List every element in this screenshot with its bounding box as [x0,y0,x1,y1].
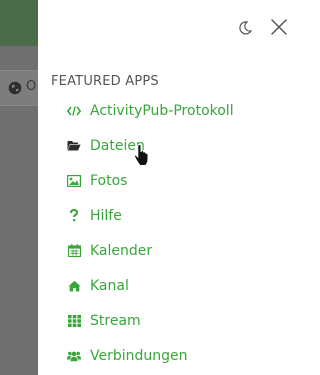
app-item-hilfe[interactable]: Hilfe [38,198,302,233]
app-label: Kalender [90,242,153,259]
grid-icon [67,314,81,328]
hand-cursor-icon [133,143,149,166]
home-icon [67,279,81,293]
users-icon [67,349,81,363]
app-label: Kanal [90,277,129,294]
app-label: Verbindungen [90,347,188,364]
app-item-verbindungen[interactable]: Verbindungen [38,338,302,373]
app-item-dateien[interactable]: Dateien [38,128,302,163]
app-label: Hilfe [90,207,122,224]
app-item-activitypub[interactable]: ActivityPub-Protokoll [38,93,302,128]
image-icon [67,174,81,188]
close-icon[interactable] [270,18,288,36]
app-label: Fotos [90,172,128,189]
featured-apps-panel: FEATURED APPS ActivityPub-Protokoll Date… [38,0,302,375]
section-title: FEATURED APPS [51,74,159,89]
app-item-kanal[interactable]: Kanal [38,268,302,303]
backdrop-bar: Ö [0,70,38,106]
app-label: Stream [90,312,141,329]
globe-icon [8,81,22,95]
folder-open-icon [67,139,81,153]
page-backdrop: Ö [0,0,38,375]
calendar-icon [67,244,81,258]
app-label: ActivityPub-Protokoll [90,102,234,119]
app-item-kalender[interactable]: Kalender [38,233,302,268]
app-item-fotos[interactable]: Fotos [38,163,302,198]
backdrop-header [0,0,38,46]
question-icon [67,209,81,223]
featured-apps-list: ActivityPub-Protokoll Dateien Fotos Hilf… [38,93,302,373]
app-item-stream[interactable]: Stream [38,303,302,338]
moon-icon[interactable] [237,20,253,36]
code-icon [67,104,81,118]
backdrop-partial-label: Ö [26,79,37,94]
